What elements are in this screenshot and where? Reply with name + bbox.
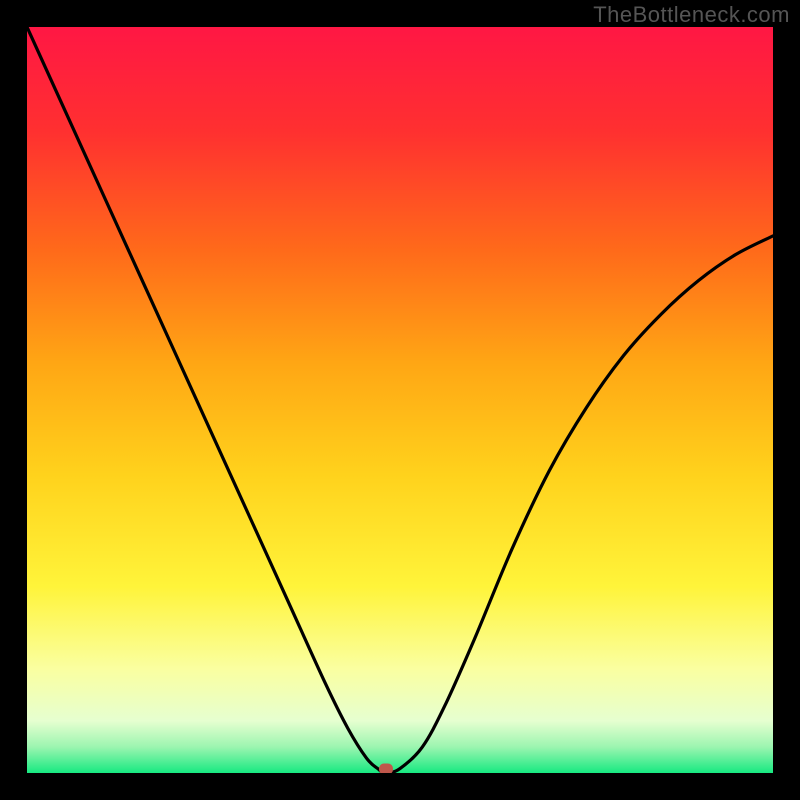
watermark-label: TheBottleneck.com [593, 2, 790, 28]
optimum-marker [379, 763, 393, 773]
bottleneck-curve [27, 27, 773, 773]
chart-frame: TheBottleneck.com [0, 0, 800, 800]
plot-area [27, 27, 773, 773]
